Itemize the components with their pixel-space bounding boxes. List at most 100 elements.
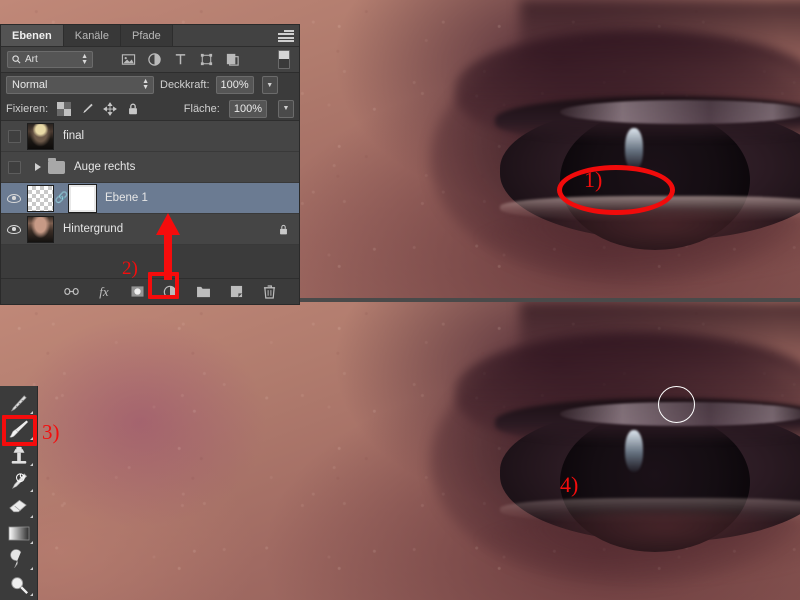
- tool-flyout-corner-icon: [30, 541, 33, 544]
- fill-stepper-icon[interactable]: ▼: [278, 100, 294, 118]
- eye-on-icon: [7, 194, 21, 203]
- layer-mask-thumbnail-ebene-1[interactable]: [69, 185, 96, 212]
- layer-row-final[interactable]: final: [1, 121, 299, 152]
- visibility-toggle-auge-rechts[interactable]: [1, 161, 27, 174]
- layer-locked-icon: [278, 223, 289, 236]
- layer-kind-select[interactable]: Art ▲▼: [7, 51, 93, 68]
- pixel-layer-filter-icon[interactable]: [121, 52, 136, 67]
- tool-flyout-corner-icon: [30, 437, 33, 440]
- tool-healing-brush[interactable]: [3, 390, 35, 416]
- tab-kanaele[interactable]: Kanäle: [64, 25, 121, 46]
- lock-label: Fixieren:: [6, 103, 48, 115]
- panel-menu-icon[interactable]: [278, 30, 294, 42]
- catchlight-bottom: [625, 430, 643, 472]
- lock-position-icon[interactable]: [103, 102, 117, 116]
- shape-layer-filter-icon[interactable]: [199, 52, 214, 67]
- layer-thumbnail-hintergrund[interactable]: [27, 216, 54, 243]
- group-expand-arrow-icon[interactable]: [35, 163, 41, 171]
- mask-link-icon[interactable]: 🔗: [57, 192, 66, 205]
- new-adjustment-layer-icon[interactable]: [162, 284, 178, 300]
- layer-filter-row: Art ▲▼: [1, 47, 299, 73]
- tab-ebenen[interactable]: Ebenen: [1, 25, 64, 46]
- filter-enable-toggle[interactable]: [278, 50, 290, 69]
- fill-value[interactable]: 100%: [229, 100, 267, 118]
- tool-gradient[interactable]: [3, 520, 35, 546]
- blend-mode-row: Normal ▲▼ Deckkraft: 100% ▼: [1, 73, 299, 97]
- tool-flyout-corner-icon: [30, 593, 33, 596]
- visibility-toggle-final[interactable]: [1, 130, 27, 143]
- opacity-value[interactable]: 100%: [216, 76, 254, 94]
- tab-kanaele-label: Kanäle: [75, 30, 109, 42]
- canvas-bottom-image[interactable]: [0, 302, 800, 600]
- layer-kind-label: Art: [25, 54, 38, 65]
- tool-dodge[interactable]: [3, 546, 35, 572]
- healing-brush-icon: [8, 393, 29, 414]
- zoom-icon: [9, 575, 29, 595]
- lock-image-pixels-icon[interactable]: [80, 102, 94, 116]
- lock-all-icon[interactable]: [126, 102, 140, 116]
- lock-transparent-pixels-icon[interactable]: [57, 102, 71, 116]
- layer-row-auge-rechts[interactable]: Auge rechts: [1, 152, 299, 183]
- visibility-toggle-ebene-1[interactable]: [1, 194, 27, 203]
- tools-panel: [0, 386, 38, 600]
- filter-icon-group: [121, 52, 240, 67]
- chevron-updown-icon: ▲▼: [142, 79, 149, 91]
- eraser-icon: [8, 498, 29, 516]
- brush-cursor-circle: [658, 386, 695, 423]
- add-layer-mask-icon[interactable]: [129, 284, 145, 300]
- layer-name-final: final: [63, 130, 84, 142]
- panel-tab-bar: Ebenen Kanäle Pfade: [1, 25, 299, 47]
- tool-brush[interactable]: [3, 416, 35, 442]
- brush-icon: [8, 418, 30, 440]
- new-group-icon[interactable]: [195, 284, 211, 300]
- tool-eraser[interactable]: [3, 494, 35, 520]
- tab-ebenen-label: Ebenen: [12, 30, 52, 42]
- blend-mode-select[interactable]: Normal ▲▼: [6, 76, 154, 94]
- tab-pfade[interactable]: Pfade: [121, 25, 173, 46]
- fill-label: Fläche:: [184, 103, 220, 115]
- layer-name-ebene-1: Ebene 1: [105, 192, 148, 204]
- tool-flyout-corner-icon: [30, 515, 33, 518]
- tool-clone-stamp[interactable]: [3, 442, 35, 468]
- blend-mode-value: Normal: [12, 79, 47, 91]
- delete-layer-icon[interactable]: [261, 284, 277, 300]
- adjustment-layer-filter-icon[interactable]: [147, 52, 162, 67]
- layer-row-ebene-1[interactable]: 🔗 Ebene 1: [1, 183, 299, 214]
- tool-flyout-corner-icon: [30, 567, 33, 570]
- chevron-updown-icon: ▲▼: [81, 54, 88, 66]
- dodge-icon: [9, 549, 29, 570]
- upper-lash-shine-top: [560, 100, 800, 124]
- layers-panel: Ebenen Kanäle Pfade Art ▲▼: [0, 24, 300, 305]
- history-brush-icon: [8, 471, 29, 492]
- layer-thumbnail-ebene-1[interactable]: [27, 185, 54, 212]
- gradient-icon: [8, 526, 30, 541]
- opacity-stepper-icon[interactable]: ▼: [262, 76, 278, 94]
- opacity-label: Deckkraft:: [160, 79, 210, 91]
- visibility-toggle-hintergrund[interactable]: [1, 225, 27, 234]
- tool-flyout-corner-icon: [30, 489, 33, 492]
- tool-flyout-corner-icon: [30, 411, 33, 414]
- clone-stamp-icon: [9, 445, 29, 466]
- eye-on-icon: [7, 225, 21, 234]
- folder-icon: [48, 161, 65, 174]
- tool-flyout-corner-icon: [30, 463, 33, 466]
- layer-name-auge-rechts: Auge rechts: [74, 161, 135, 173]
- eye-off-icon: [8, 130, 21, 143]
- screenshot-root: 1) 4) Ebenen Kanäle Pfade: [0, 0, 800, 600]
- type-layer-filter-icon[interactable]: [173, 52, 188, 67]
- layer-list: final Auge rechts 🔗 Ebene 1: [1, 121, 299, 245]
- layer-row-hintergrund[interactable]: Hintergrund: [1, 214, 299, 245]
- tool-history-brush[interactable]: [3, 468, 35, 494]
- smart-object-filter-icon[interactable]: [225, 52, 240, 67]
- layer-thumbnail-final[interactable]: [27, 123, 54, 150]
- new-layer-icon[interactable]: [228, 284, 244, 300]
- lock-row: Fixieren: Fläche: 100% ▼: [1, 97, 299, 121]
- tool-zoom[interactable]: [3, 572, 35, 598]
- layer-style-fx-icon[interactable]: fx: [96, 284, 112, 300]
- layers-panel-footer: fx: [1, 278, 299, 304]
- layer-name-hintergrund: Hintergrund: [63, 223, 123, 235]
- search-icon: [12, 55, 21, 64]
- link-layers-icon[interactable]: [63, 284, 79, 300]
- tab-pfade-label: Pfade: [132, 30, 161, 42]
- catchlight-top: [625, 128, 643, 170]
